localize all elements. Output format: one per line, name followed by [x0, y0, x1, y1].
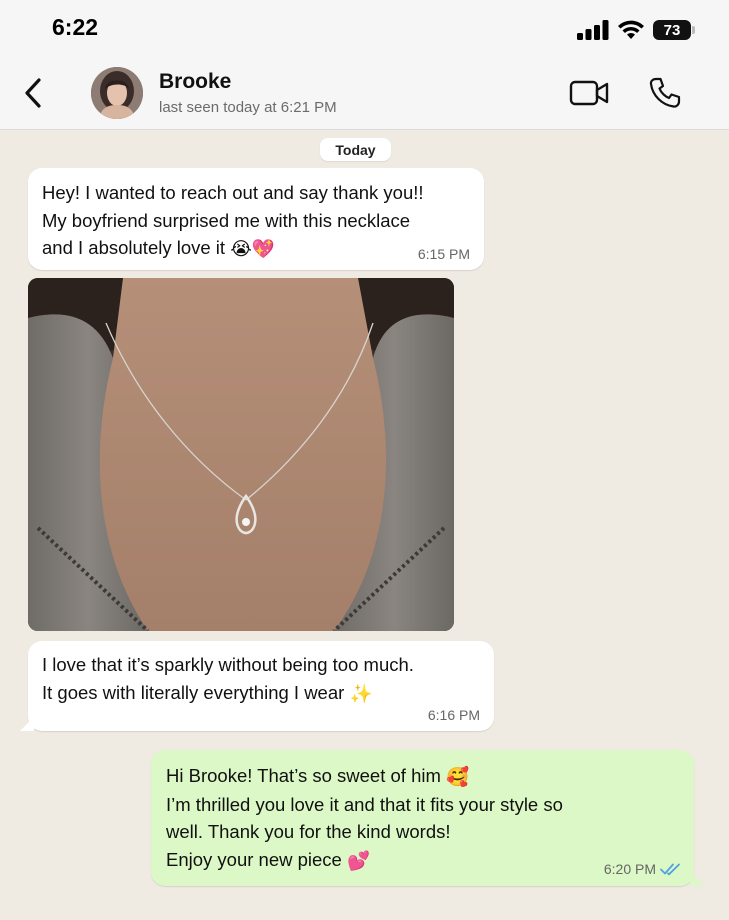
- video-call-button[interactable]: [569, 78, 609, 108]
- date-divider: Today: [320, 138, 391, 161]
- message-text: Hi Brooke! That’s so sweet of him 🥰 I’m …: [166, 762, 686, 875]
- two-hearts-emoji: 💕: [347, 850, 371, 872]
- incoming-message[interactable]: Hey! I wanted to reach out and say thank…: [28, 168, 484, 270]
- status-bar: 6:22 73: [0, 0, 729, 62]
- message-time: 6:20 PM: [603, 861, 656, 877]
- incoming-message[interactable]: I love that it’s sparkly without being t…: [20, 641, 494, 731]
- sparkles-emoji: ✨: [349, 682, 373, 704]
- video-call-icon: [569, 80, 609, 106]
- back-chevron-icon: [25, 78, 41, 108]
- phone-call-icon: [649, 77, 681, 108]
- necklace-photo: [28, 278, 454, 631]
- sparkling-heart-emoji: 💖: [251, 238, 275, 260]
- bubble-tail: [20, 717, 34, 731]
- message-time: 6:16 PM: [427, 707, 480, 723]
- last-seen-status: last seen today at 6:21 PM: [159, 99, 337, 116]
- message-text: Hey! I wanted to reach out and say thank…: [42, 179, 482, 263]
- chat-header: Brooke last seen today at 6:21 PM: [0, 62, 729, 130]
- contact-avatar[interactable]: [91, 67, 143, 119]
- outgoing-message[interactable]: Hi Brooke! That’s so sweet of him 🥰 I’m …: [151, 750, 704, 886]
- battery-level: 73: [663, 21, 681, 39]
- wifi-icon: [618, 20, 644, 39]
- read-receipt-icon: [660, 863, 680, 876]
- message-time-row: 6:20 PM: [604, 861, 682, 877]
- avatar-photo: [91, 67, 143, 119]
- voice-call-button[interactable]: [648, 76, 682, 110]
- chat-area[interactable]: Today Hey! I wanted to reach out and say…: [0, 130, 729, 920]
- image-message[interactable]: [28, 278, 454, 631]
- message-body: I’m thrilled you love it and that it fit…: [166, 793, 563, 843]
- battery-indicator: 73: [653, 20, 695, 40]
- message-text: I love that it’s sparkly without being t…: [42, 651, 482, 707]
- back-button[interactable]: [20, 76, 48, 110]
- bubble-tail: [690, 872, 704, 886]
- message-time: 6:15 PM: [417, 246, 470, 262]
- message-line: Enjoy your new piece: [166, 848, 342, 870]
- signal-icon: [577, 20, 609, 40]
- message-line: Hi Brooke! That’s so sweet of him: [166, 765, 441, 786]
- status-time: 6:22: [52, 14, 99, 40]
- crying-face-emoji: 😭: [230, 238, 252, 260]
- status-icons: 73: [577, 18, 695, 42]
- contact-name[interactable]: Brooke: [159, 70, 231, 94]
- smiling-hearts-emoji: 🥰: [446, 766, 470, 788]
